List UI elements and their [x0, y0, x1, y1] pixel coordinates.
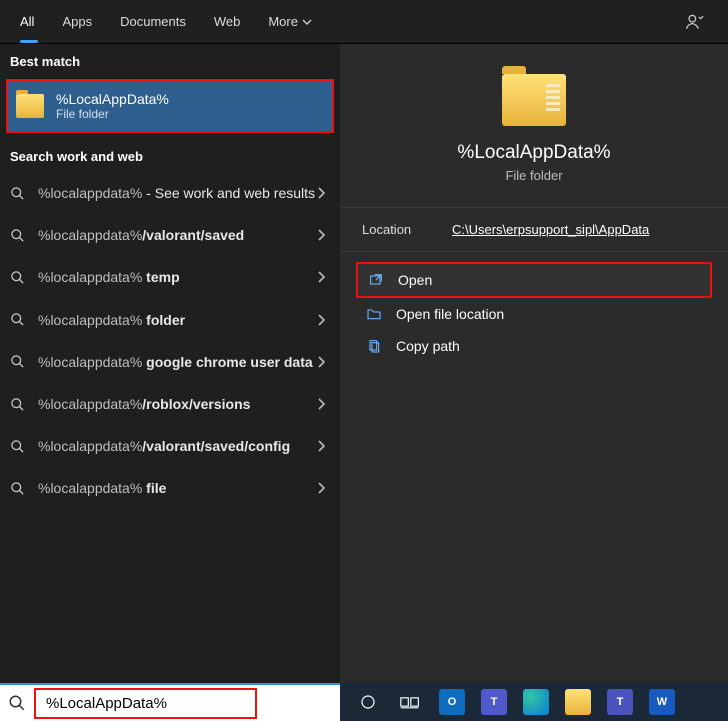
search-header: All Apps Documents Web More: [0, 0, 728, 44]
list-item[interactable]: %localappdata% temp: [0, 256, 340, 298]
tab-more-label: More: [268, 14, 298, 29]
list-item-label: %localappdata%/valorant/saved: [38, 226, 316, 244]
search-icon: [0, 694, 34, 712]
folder-open-icon: [366, 306, 384, 322]
preview-subtitle: File folder: [505, 168, 562, 183]
folder-icon: [16, 94, 44, 118]
list-item[interactable]: %localappdata%/valorant/saved: [0, 214, 340, 256]
location-label: Location: [362, 222, 452, 237]
app-teams-2[interactable]: T: [606, 688, 634, 716]
account-icon[interactable]: [684, 12, 704, 32]
tab-documents[interactable]: Documents: [106, 0, 200, 43]
list-item[interactable]: %localappdata% google chrome user data: [0, 341, 340, 383]
list-item-label: %localappdata% folder: [38, 311, 316, 329]
copy-path-button[interactable]: Copy path: [356, 330, 712, 362]
preview-header: %LocalAppData% File folder: [340, 44, 728, 201]
chevron-down-icon: [302, 17, 312, 27]
list-item[interactable]: %localappdata%/valorant/saved/config: [0, 425, 340, 467]
search-results-panel: Best match %LocalAppData% File folder Se…: [0, 44, 728, 683]
chevron-right-icon: [316, 228, 330, 242]
chevron-right-icon: [316, 270, 330, 284]
list-item[interactable]: %localappdata% folder: [0, 299, 340, 341]
list-item-label: %localappdata% temp: [38, 268, 316, 286]
preview-actions: Open Open file location Copy path: [340, 252, 728, 372]
search-icon: [10, 312, 28, 327]
list-item[interactable]: %localappdata% file: [0, 467, 340, 509]
app-teams[interactable]: T: [480, 688, 508, 716]
search-icon: [10, 354, 28, 369]
search-icon: [10, 481, 28, 496]
best-match-label: Best match: [0, 44, 340, 77]
copy-path-label: Copy path: [396, 338, 460, 354]
chevron-right-icon: [316, 439, 330, 453]
taskbar-search-box[interactable]: [0, 683, 340, 721]
search-input[interactable]: [40, 691, 251, 716]
best-match-text: %LocalAppData% File folder: [56, 91, 169, 121]
app-edge[interactable]: [522, 688, 550, 716]
location-path[interactable]: C:\Users\erpsupport_sipl\AppData: [452, 222, 649, 237]
list-item-label: %localappdata%/roblox/versions: [38, 395, 316, 413]
preview-title: %LocalAppData%: [457, 142, 610, 164]
search-icon: [10, 397, 28, 412]
list-item-label: %localappdata% google chrome user data: [38, 353, 316, 371]
folder-icon: [502, 74, 566, 126]
list-item-label: %localappdata% - See work and web result…: [38, 184, 316, 202]
list-item[interactable]: %localappdata%/roblox/versions: [0, 383, 340, 425]
open-button[interactable]: Open: [356, 262, 712, 298]
chevron-right-icon: [316, 481, 330, 495]
web-results-list: %localappdata% - See work and web result…: [0, 172, 340, 683]
chevron-right-icon: [316, 313, 330, 327]
taskbar-icons: O T T W: [340, 683, 676, 721]
app-outlook[interactable]: O: [438, 688, 466, 716]
best-match-subtitle: File folder: [56, 107, 169, 121]
chevron-right-icon: [316, 397, 330, 411]
selection-preview-pane: %LocalAppData% File folder Location C:\U…: [340, 44, 728, 683]
tab-web[interactable]: Web: [200, 0, 255, 43]
task-view-icon[interactable]: [396, 688, 424, 716]
tab-more[interactable]: More: [254, 0, 326, 43]
active-tab-underline: [20, 40, 38, 43]
open-file-location-label: Open file location: [396, 306, 504, 322]
open-file-location-button[interactable]: Open file location: [356, 298, 712, 330]
search-icon: [10, 270, 28, 285]
search-tabs: All Apps Documents Web More: [6, 0, 326, 43]
best-match-title: %LocalAppData%: [56, 91, 169, 107]
best-match-result[interactable]: %LocalAppData% File folder: [6, 79, 334, 133]
tab-all[interactable]: All: [6, 0, 48, 43]
chevron-right-icon: [316, 186, 330, 200]
open-label: Open: [398, 272, 432, 288]
search-web-label: Search work and web: [0, 139, 340, 172]
open-icon: [368, 272, 386, 288]
list-item-label: %localappdata%/valorant/saved/config: [38, 437, 316, 455]
location-row: Location C:\Users\erpsupport_sipl\AppDat…: [340, 207, 728, 252]
results-left-pane: Best match %LocalAppData% File folder Se…: [0, 44, 340, 683]
tab-apps[interactable]: Apps: [48, 0, 106, 43]
search-icon: [10, 439, 28, 454]
app-word[interactable]: W: [648, 688, 676, 716]
search-highlight-box: [34, 688, 257, 719]
list-item-label: %localappdata% file: [38, 479, 316, 497]
copy-icon: [366, 338, 384, 354]
cortana-icon[interactable]: [354, 688, 382, 716]
list-item[interactable]: %localappdata% - See work and web result…: [0, 172, 340, 214]
chevron-right-icon: [316, 355, 330, 369]
app-file-explorer[interactable]: [564, 688, 592, 716]
search-icon: [10, 228, 28, 243]
search-icon: [10, 186, 28, 201]
taskbar: O T T W: [0, 683, 728, 721]
